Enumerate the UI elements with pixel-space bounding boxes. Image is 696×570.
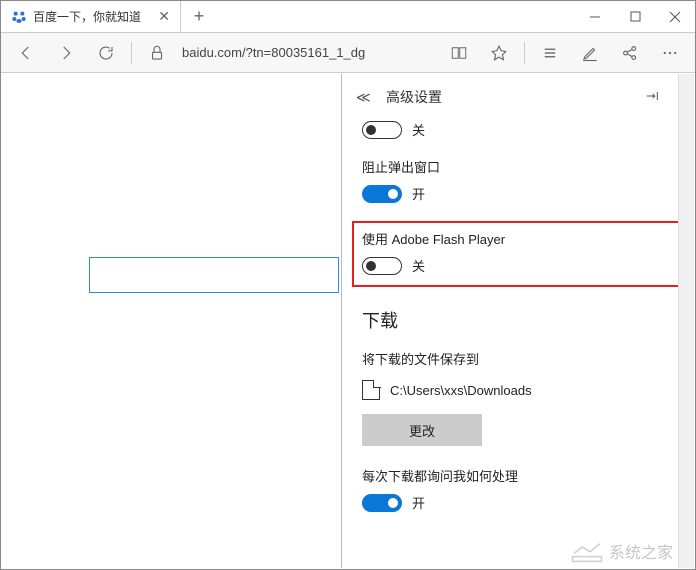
tab-title: 百度一下，你就知道 [33,8,141,25]
toggle-ask-each[interactable] [362,494,402,512]
close-button[interactable] [655,1,695,32]
content-area: Ba ≪ 高级设置 关 阻止弹出窗口 开 [2,74,694,568]
maximize-button[interactable] [615,1,655,32]
download-path-label: 将下载的文件保存到 [362,349,658,368]
more-icon[interactable] [651,34,689,72]
panel-back-icon[interactable]: ≪ [356,89,376,106]
favorites-icon[interactable] [480,34,518,72]
reading-view-icon[interactable] [440,34,478,72]
flash-label: 使用 Adobe Flash Player [362,229,672,248]
download-section-title: 下载 [362,307,658,333]
panel-body: 关 阻止弹出窗口 开 使用 Adobe Flash Player 关 [342,120,678,568]
panel-title: 高级设置 [386,87,644,107]
toggle-popup[interactable] [362,185,402,203]
highlight-annotation: 使用 Adobe Flash Player 关 [352,221,678,287]
separator [524,42,525,64]
lock-icon[interactable] [138,34,176,72]
address-bar[interactable]: baidu.com/?tn=80035161_1_dg [178,45,396,60]
popup-label: 阻止弹出窗口 [362,157,658,176]
hub-icon[interactable] [531,34,569,72]
pin-icon[interactable] [644,88,664,107]
tab-close-icon[interactable]: ✕ [158,8,170,25]
settings-panel: ≪ 高级设置 关 阻止弹出窗口 开 使用 Adobe [341,74,678,568]
change-button[interactable]: 更改 [362,414,482,446]
toggle-state: 开 [412,493,425,512]
refresh-button[interactable] [87,34,125,72]
toggle-first[interactable] [362,121,402,139]
search-input[interactable] [89,257,339,293]
new-tab-button[interactable]: + [181,1,217,32]
share-icon[interactable] [611,34,649,72]
minimize-button[interactable] [575,1,615,32]
baidu-favicon [11,9,27,25]
toggle-state: 开 [412,184,425,203]
download-path-row: C:\Users\xxs\Downloads [362,380,658,400]
forward-button[interactable] [47,34,85,72]
toolbar: baidu.com/?tn=80035161_1_dg [1,33,695,73]
back-button[interactable] [7,34,45,72]
setting-popup: 阻止弹出窗口 开 [362,157,658,203]
toggle-flash[interactable] [362,257,402,275]
toggle-state: 关 [412,120,425,139]
browser-tab[interactable]: 百度一下，你就知道 ✕ [1,1,181,32]
ask-each-label: 每次下载都询问我如何处理 [362,466,658,485]
panel-header: ≪ 高级设置 [342,74,678,120]
setting-ask-each: 每次下载都询问我如何处理 开 [362,466,658,512]
download-path: C:\Users\xxs\Downloads [390,383,532,398]
folder-icon [362,380,380,400]
setting-first: 关 [362,120,658,139]
titlebar: 百度一下，你就知道 ✕ + [1,1,695,33]
notes-icon[interactable] [571,34,609,72]
separator [131,42,132,64]
panel-scrollbar[interactable] [678,74,694,568]
window-controls [575,1,695,32]
toggle-state: 关 [412,256,425,275]
